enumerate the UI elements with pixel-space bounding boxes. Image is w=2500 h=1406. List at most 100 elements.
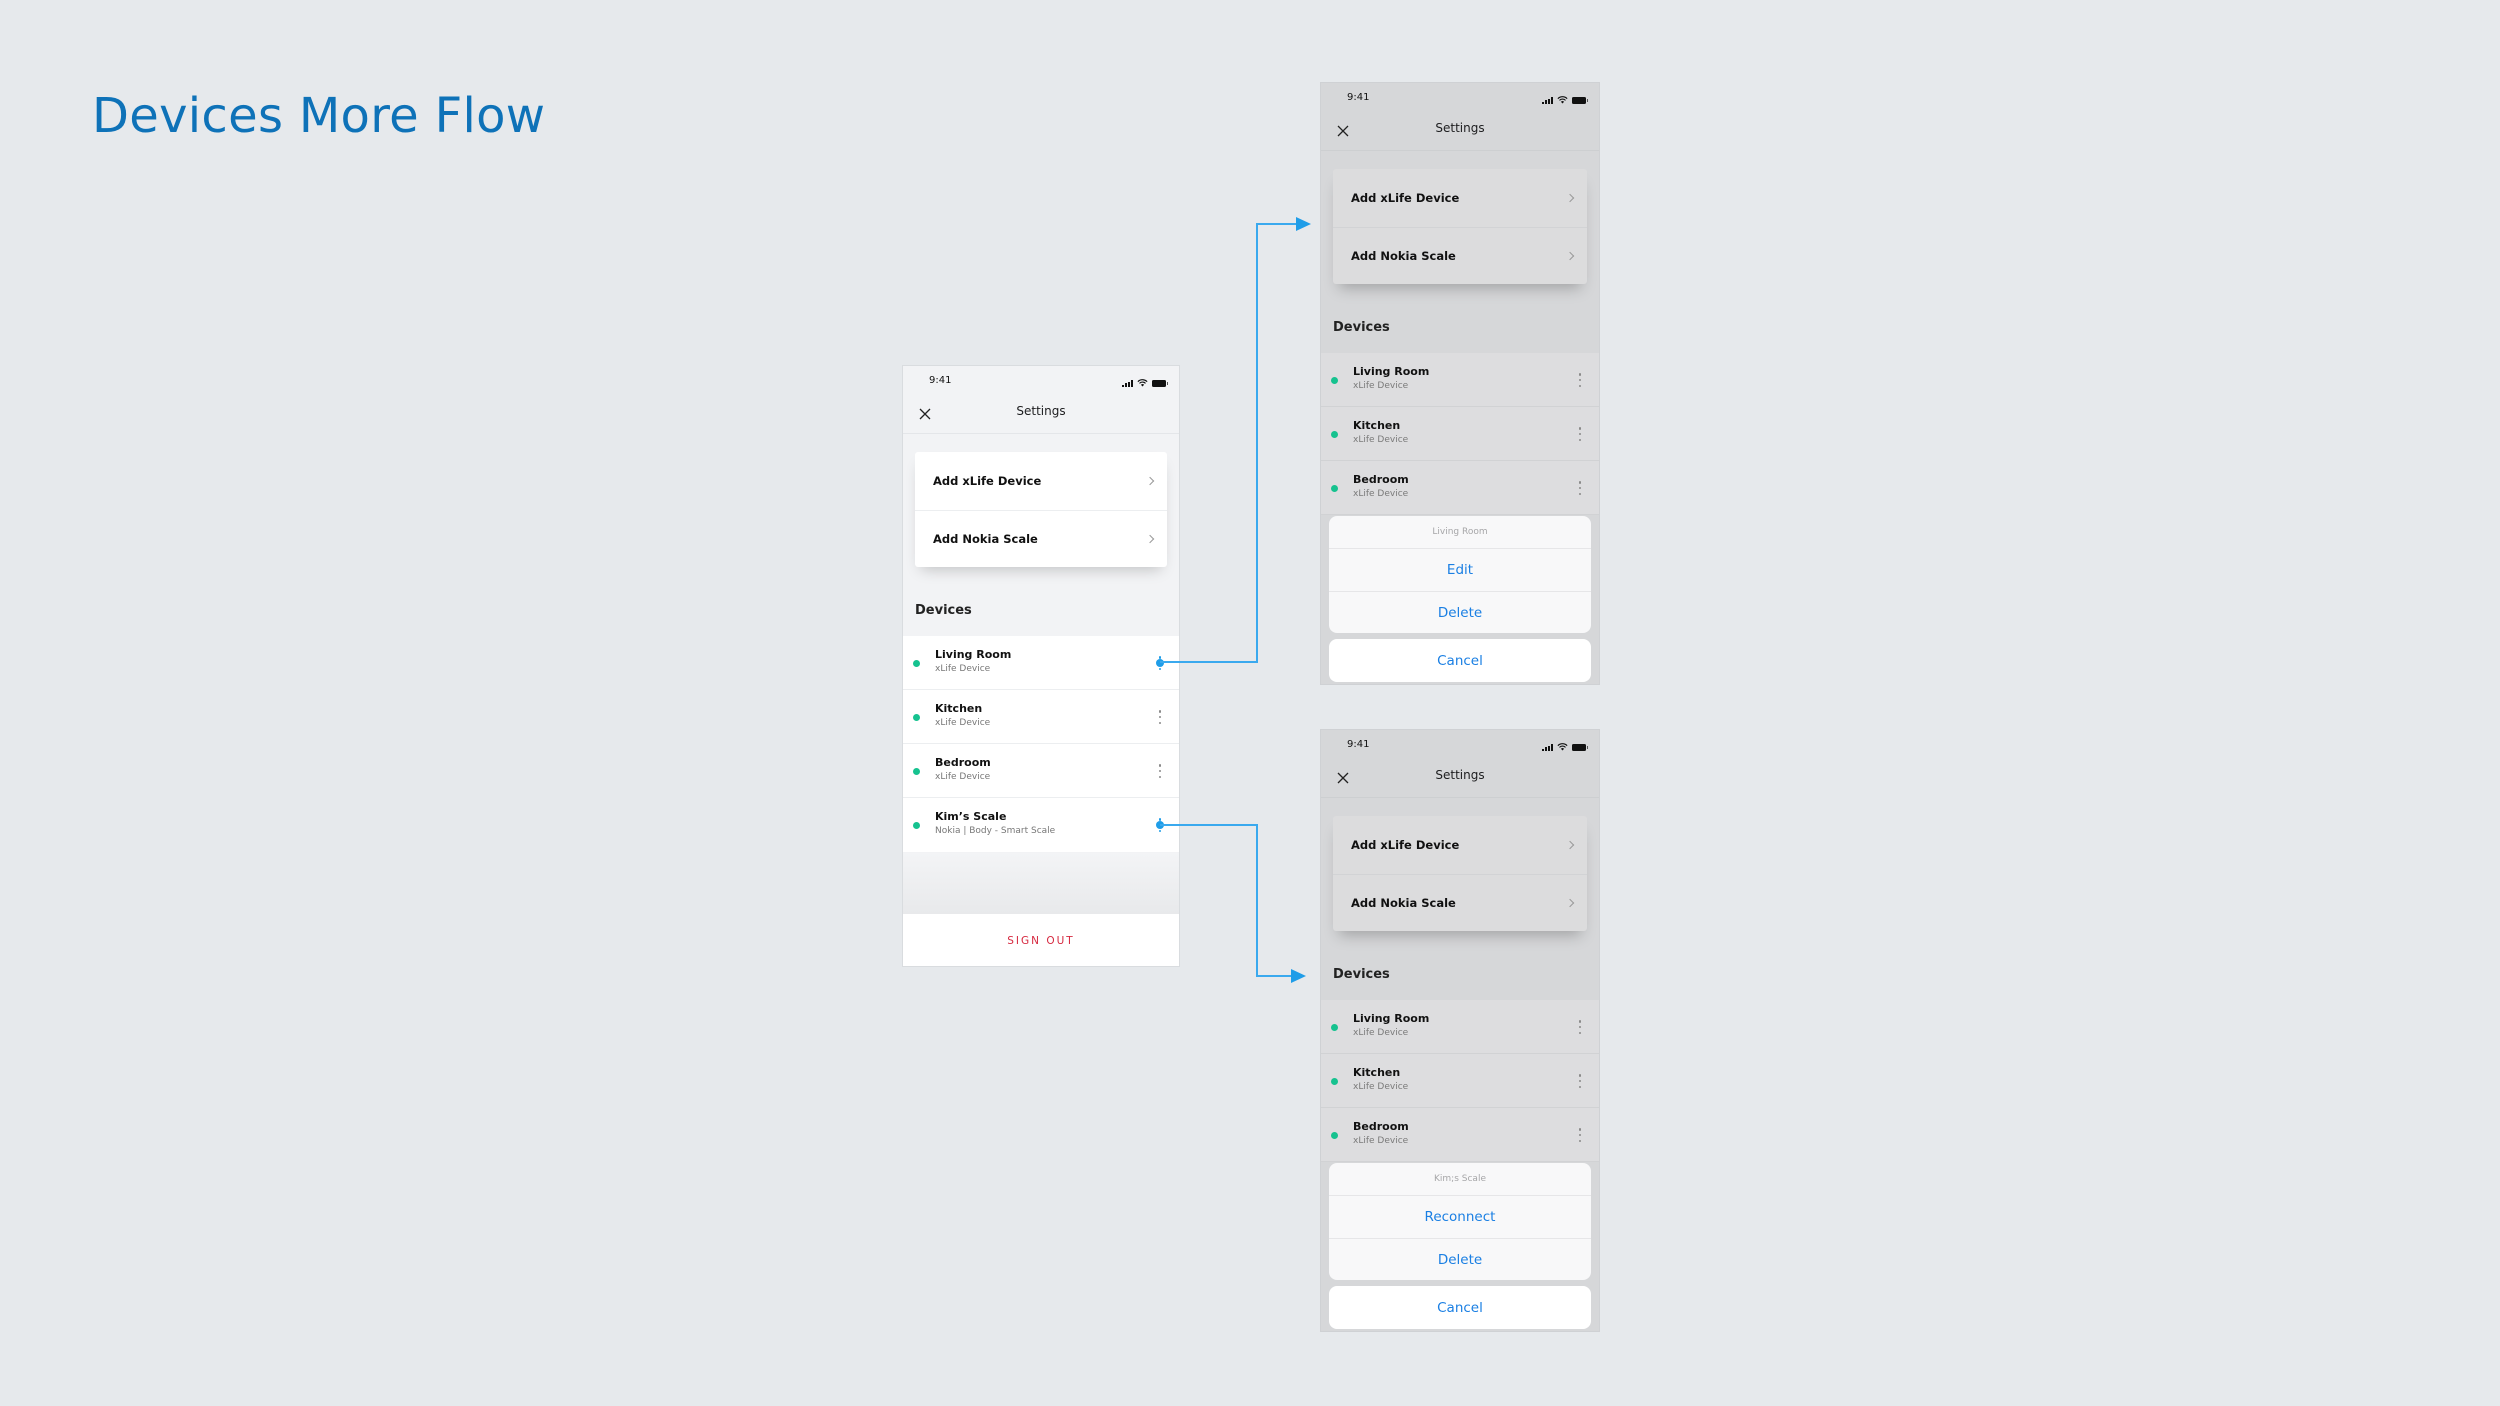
chevron-right-icon — [1145, 534, 1155, 543]
wifi-icon — [1137, 379, 1148, 387]
status-dot — [913, 660, 920, 667]
device-type: xLife Device — [935, 664, 991, 674]
status-dot — [1331, 1078, 1338, 1085]
device-type: xLife Device — [1353, 381, 1409, 391]
more-vertical-icon[interactable] — [1156, 816, 1164, 834]
add-nokia-scale-label: Add Nokia Scale — [1351, 895, 1456, 910]
device-row-living-room[interactable]: Living Room xLife Device — [1321, 353, 1599, 407]
devices-section-label: Devices — [1333, 320, 1390, 335]
more-vertical-icon[interactable] — [1577, 1018, 1583, 1036]
status-dot — [1331, 377, 1338, 384]
more-vertical-icon[interactable] — [1577, 425, 1583, 443]
device-name: Living Room — [1353, 365, 1430, 378]
add-xlife-device-label: Add xLife Device — [933, 473, 1042, 488]
device-row-kitchen[interactable]: Kitchen xLife Device — [903, 690, 1179, 744]
device-row-living-room[interactable]: Living Room xLife Device — [903, 636, 1179, 690]
device-type: xLife Device — [1353, 489, 1409, 499]
more-vertical-icon[interactable] — [1577, 1072, 1583, 1090]
add-device-card: Add xLife Device Add Nokia Scale — [1333, 169, 1587, 284]
device-name: Kitchen — [935, 702, 983, 715]
signal-icon — [1122, 380, 1133, 387]
device-name: Bedroom — [1353, 1120, 1409, 1133]
device-type: xLife Device — [1353, 435, 1409, 445]
status-dot — [913, 768, 920, 775]
status-dot — [1331, 431, 1338, 438]
device-name: Kim’s Scale — [935, 810, 1007, 823]
status-bar: 9:41 — [1321, 92, 1599, 108]
nav-bar: Settings — [903, 394, 1179, 434]
add-nokia-scale-button[interactable]: Add Nokia Scale — [1333, 226, 1587, 285]
delete-button[interactable]: Delete — [1329, 591, 1591, 633]
spacer — [903, 853, 1179, 914]
device-row-bedroom[interactable]: Bedroom xLife Device — [1321, 1108, 1599, 1162]
device-type: xLife Device — [935, 718, 991, 728]
status-bar: 9:41 — [1321, 739, 1599, 755]
nav-title: Settings — [1016, 404, 1066, 418]
device-action-sheet-screen: 9:41 Settings Add xLife Device Add Nokia… — [1320, 82, 1600, 685]
add-nokia-scale-label: Add Nokia Scale — [933, 531, 1038, 546]
add-device-card: Add xLife Device Add Nokia Scale — [915, 452, 1167, 567]
device-list: Living Room xLife Device Kitchen xLife D… — [903, 636, 1179, 852]
add-xlife-device-button[interactable]: Add xLife Device — [915, 452, 1167, 510]
signal-icon — [1542, 744, 1553, 751]
nav-bar: Settings — [1321, 758, 1599, 798]
chevron-right-icon — [1145, 476, 1155, 485]
device-row-kitchen[interactable]: Kitchen xLife Device — [1321, 1054, 1599, 1108]
more-vertical-icon[interactable] — [1577, 1126, 1583, 1144]
cancel-button[interactable]: Cancel — [1329, 1286, 1591, 1329]
status-dot — [1331, 485, 1338, 492]
scale-action-sheet-screen: 9:41 Settings Add xLife Device Add Nokia… — [1320, 729, 1600, 1332]
connector-living-room — [1160, 217, 1311, 663]
battery-icon — [1572, 744, 1588, 751]
battery-icon — [1572, 97, 1588, 104]
action-sheet-title: Living Room — [1329, 516, 1591, 549]
device-name: Bedroom — [1353, 473, 1409, 486]
add-xlife-device-button[interactable]: Add xLife Device — [1333, 816, 1587, 874]
more-vertical-icon[interactable] — [1157, 762, 1163, 780]
status-time: 9:41 — [929, 375, 952, 386]
wifi-icon — [1557, 96, 1568, 104]
action-sheet: Living Room Edit Delete — [1329, 516, 1591, 633]
settings-screen: 9:41 Settings Add xLife Device Add Nokia… — [902, 365, 1180, 967]
add-nokia-scale-label: Add Nokia Scale — [1351, 248, 1456, 263]
edit-button[interactable]: Edit — [1329, 549, 1591, 591]
chevron-right-icon — [1565, 251, 1575, 260]
more-vertical-icon[interactable] — [1156, 654, 1164, 672]
chevron-right-icon — [1565, 840, 1575, 849]
devices-section-label: Devices — [915, 603, 972, 618]
add-xlife-device-label: Add xLife Device — [1351, 837, 1460, 852]
more-vertical-icon[interactable] — [1577, 371, 1583, 389]
device-list: Living Room xLife Device Kitchen xLife D… — [1321, 1000, 1599, 1162]
device-type: xLife Device — [1353, 1136, 1409, 1146]
device-name: Kitchen — [1353, 1066, 1401, 1079]
add-nokia-scale-button[interactable]: Add Nokia Scale — [1333, 873, 1587, 932]
action-sheet: Kim;s Scale Reconnect Delete — [1329, 1163, 1591, 1280]
device-name: Bedroom — [935, 756, 991, 769]
signal-icon — [1542, 97, 1553, 104]
device-row-bedroom[interactable]: Bedroom xLife Device — [903, 744, 1179, 798]
device-type: xLife Device — [1353, 1028, 1409, 1038]
delete-button[interactable]: Delete — [1329, 1238, 1591, 1280]
wifi-icon — [1557, 743, 1568, 751]
reconnect-button[interactable]: Reconnect — [1329, 1196, 1591, 1238]
more-vertical-icon[interactable] — [1577, 479, 1583, 497]
more-vertical-icon[interactable] — [1157, 708, 1163, 726]
connector-line — [1160, 824, 1294, 977]
status-time: 9:41 — [1347, 739, 1370, 750]
sign-out-button[interactable]: SIGN OUT — [903, 914, 1179, 966]
device-row-kitchen[interactable]: Kitchen xLife Device — [1321, 407, 1599, 461]
device-name: Living Room — [1353, 1012, 1430, 1025]
device-type: Nokia | Body - Smart Scale — [935, 826, 1056, 836]
add-xlife-device-button[interactable]: Add xLife Device — [1333, 169, 1587, 227]
device-row-bedroom[interactable]: Bedroom xLife Device — [1321, 461, 1599, 515]
nav-title: Settings — [1435, 768, 1485, 782]
status-dot — [913, 822, 920, 829]
device-row-kims-scale[interactable]: Kim’s Scale Nokia | Body - Smart Scale — [903, 798, 1179, 852]
add-nokia-scale-button[interactable]: Add Nokia Scale — [915, 509, 1167, 568]
cancel-button[interactable]: Cancel — [1329, 639, 1591, 682]
nav-title: Settings — [1435, 121, 1485, 135]
device-row-living-room[interactable]: Living Room xLife Device — [1321, 1000, 1599, 1054]
add-xlife-device-label: Add xLife Device — [1351, 190, 1460, 205]
status-bar: 9:41 — [903, 375, 1179, 391]
status-dot — [1331, 1024, 1338, 1031]
